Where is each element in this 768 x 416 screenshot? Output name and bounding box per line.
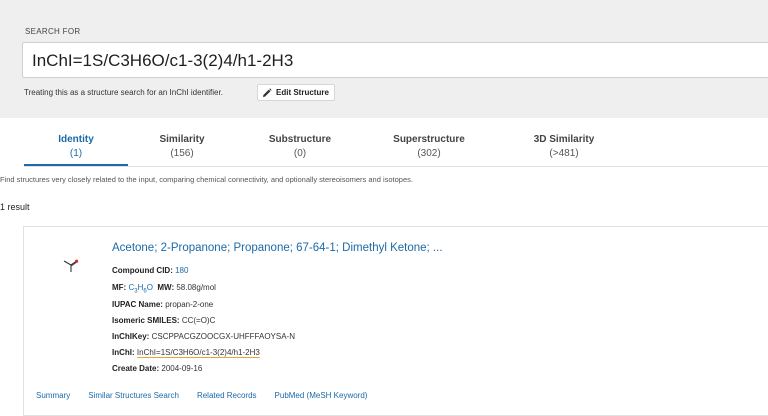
inchi-value: InChI=1S/C3H6O/c1-3(2)4/h1-2H3	[136, 348, 260, 358]
tab-identity-count: (1)	[69, 148, 83, 159]
tab-similarity-label: Similarity	[159, 134, 205, 145]
mw-label: MW:	[157, 283, 175, 292]
inchi-label: InChI:	[112, 348, 135, 357]
cid-label: Compound CID:	[112, 266, 173, 275]
related-records-link[interactable]: Related Records	[197, 391, 257, 400]
search-hint: Treating this as a structure search for …	[24, 88, 223, 97]
compound-title-link[interactable]: Acetone; 2-Propanone; Propanone; 67-64-1…	[112, 242, 443, 254]
pencil-icon	[263, 87, 272, 97]
inchikey-value: CSCPPACGZOOCGX-UHFFFAOYSA-N	[151, 332, 295, 341]
smiles-label: Isomeric SMILES:	[112, 316, 180, 325]
inchikey-row: InChIKey: CSCPPACGZOOCGX-UHFFFAOYSA-N	[112, 332, 295, 341]
iupac-value: propan-2-one	[165, 300, 214, 309]
tab-divider	[24, 166, 768, 167]
create-date-label: Create Date:	[112, 364, 160, 373]
tab-3d-similarity[interactable]: 3D Similarity (>481)	[512, 133, 616, 161]
tab-3d-similarity-label: 3D Similarity	[533, 134, 595, 145]
edit-structure-label: Edit Structure	[276, 88, 329, 97]
tab-description: Find structures very closely related to …	[0, 175, 413, 184]
edit-structure-button[interactable]: Edit Structure	[257, 84, 335, 101]
mf-mw-row: MF: C3H6O MW: 58.08g/mol	[112, 283, 216, 295]
summary-link[interactable]: Summary	[36, 391, 70, 400]
search-input-value[interactable]: InChI=1S/C3H6O/c1-3(2)4/h1-2H3	[32, 51, 293, 71]
smiles-row: Isomeric SMILES: CC(=O)C	[112, 316, 215, 325]
create-date-row: Create Date: 2004-09-16	[112, 364, 202, 373]
result-actions: Summary Similar Structures Search Relate…	[36, 391, 385, 400]
result-count: 1 result	[0, 202, 30, 212]
molecule-structure-icon[interactable]	[60, 254, 82, 276]
pubmed-link[interactable]: PubMed (MeSH Keyword)	[275, 391, 368, 400]
inchikey-label: InChIKey:	[112, 332, 150, 341]
cid-link[interactable]: 180	[175, 266, 188, 275]
smiles-value: CC(=O)C	[181, 316, 216, 325]
tab-superstructure-count: (302)	[417, 148, 441, 159]
tab-identity-label: Identity	[58, 134, 94, 145]
similar-structures-search-link[interactable]: Similar Structures Search	[88, 391, 179, 400]
mf-o: O	[146, 283, 153, 292]
tab-substructure[interactable]: Substructure (0)	[250, 133, 350, 161]
inchi-row: InChI: InChI=1S/C3H6O/c1-3(2)4/h1-2H3	[112, 348, 260, 358]
search-label: SEARCH FOR	[25, 27, 81, 36]
tab-substructure-label: Substructure	[268, 134, 332, 145]
tab-similarity[interactable]: Similarity (156)	[134, 133, 230, 161]
tab-superstructure[interactable]: Superstructure (302)	[371, 133, 487, 161]
iupac-label: IUPAC Name:	[112, 300, 163, 309]
molecular-formula-link[interactable]: C3H6O	[128, 283, 153, 295]
create-date-value: 2004-09-16	[161, 364, 203, 373]
tab-similarity-count: (156)	[170, 148, 194, 159]
tab-superstructure-label: Superstructure	[393, 134, 465, 145]
tab-3d-similarity-count: (>481)	[549, 148, 579, 159]
tab-substructure-count: (0)	[293, 148, 307, 159]
iupac-row: IUPAC Name: propan-2-one	[112, 300, 213, 309]
compound-cid-row: Compound CID: 180	[112, 266, 188, 275]
tab-identity[interactable]: Identity (1)	[24, 133, 128, 161]
mf-label: MF:	[112, 283, 127, 292]
mw-value: 58.08g/mol	[176, 283, 216, 292]
search-input[interactable]: InChI=1S/C3H6O/c1-3(2)4/h1-2H3	[22, 42, 768, 78]
